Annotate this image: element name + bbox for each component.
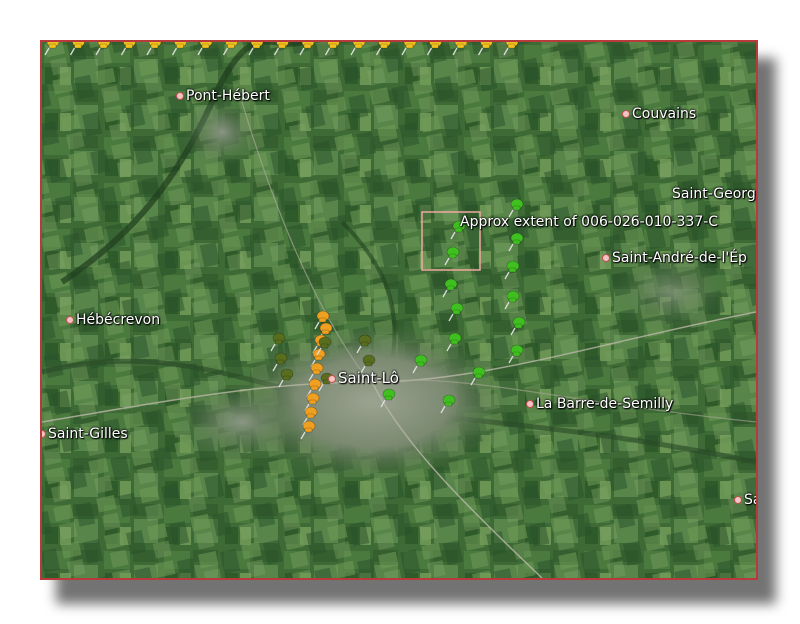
place-name: Sa [744,492,756,508]
place-name: Saint-Georges [672,186,756,202]
place-dot [328,374,336,383]
place-dot [176,92,184,100]
place-dot [526,400,534,408]
place-dot [42,430,46,438]
place-dot [622,110,630,118]
place-name: La Barre-de-Semilly [536,396,674,412]
place-dot [66,316,74,324]
place-name: Pont-Hébert [186,88,270,104]
extent-text: Approx extent of 006-026-010-337-C [460,214,719,230]
map-view[interactable]: Pont-Hébert Couvains Saint-Georges Appro… [40,40,758,580]
place-name: Hébécrevon [76,312,161,328]
place-label-saint-gilles: Saint-Gilles [42,426,128,442]
place-label-saint-georges: Saint-Georges [672,186,756,202]
place-name: Couvains [632,106,697,122]
place-label-saint-andre: Saint-André-de-l'Ép [602,250,747,266]
place-name: Saint-André-de-l'Ép [612,250,747,266]
place-dot [602,254,610,262]
place-name: Saint-Gilles [48,426,128,442]
place-label-la-barre-de-semilly: La Barre-de-Semilly [526,396,673,412]
satellite-imagery[interactable] [42,42,756,578]
place-dot [734,496,742,504]
place-label-saint-lo: Saint-Lô [328,370,399,386]
place-label-sa: Sa [734,492,756,508]
place-label-couvains: Couvains [622,106,696,122]
place-name: Saint-Lô [338,369,399,387]
place-label-hebecrevon: Hébécrevon [66,312,160,328]
place-label-pont-hebert: Pont-Hébert [176,88,270,104]
extent-label: Approx extent of 006-026-010-337-C [460,214,718,230]
